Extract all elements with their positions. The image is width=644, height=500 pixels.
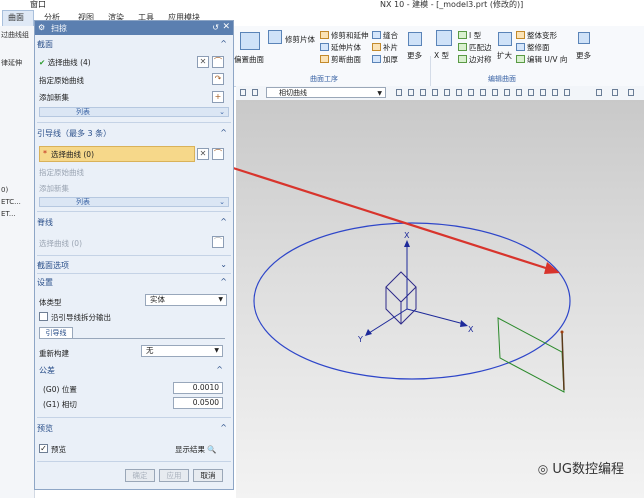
settings-title: 设置 [37,278,53,287]
collapse-icon: ^ [220,423,227,432]
origin-curve-icon[interactable]: ↷ [212,73,224,85]
body-type-label: 体类型 [39,298,62,307]
section-list-toggle[interactable]: 列表 ⌄ [39,107,229,117]
settings-group-header[interactable]: 设置 ^ [37,277,231,289]
guide-add-new-set-label: 添加新集 [39,184,69,193]
gear-icon[interactable]: ⚙ [38,23,45,32]
divider [37,255,231,256]
apply-button[interactable]: 应用 [159,469,189,482]
chevron-down-icon: ⌄ [219,198,225,206]
deselect-icon[interactable]: ✕ [197,56,209,68]
section-add-new-set-label: 添加新集 [39,93,69,102]
g1-tangent-input[interactable]: 0.0500 [173,397,223,409]
section-list-label: 列表 [76,108,90,116]
ok-button[interactable]: 确定 [125,469,155,482]
spine-select-curve-label: 选择曲线 (0) [39,239,83,248]
guide-select-curve-label: 选择曲线 (0) [51,150,95,159]
preview-group-header[interactable]: 预览 ^ [37,423,231,435]
spine-group-title: 脊线 [37,218,53,227]
check-icon: ✔ [39,58,46,67]
magnifier-icon: 🔍 [207,445,217,454]
chevron-down-icon: ▼ [218,296,223,303]
g0-position-input[interactable]: 0.0010 [173,382,223,394]
curve-pick-icon[interactable]: ⌒ [212,56,224,68]
collapse-icon: ^ [220,39,227,48]
dialog-header[interactable]: ⚙ 扫掠 ↺ ✕ [35,21,233,35]
rebuild-value: 无 [146,346,154,355]
body-type-select[interactable]: 实体 ▼ [145,294,227,306]
divider [37,417,231,418]
section-origin-curve-label: 指定原始曲线 [39,76,84,85]
section-options-title: 截面选项 [37,261,69,270]
show-result-label: 显示结果 [175,445,205,454]
section-group-header[interactable]: 截面 ^ [37,39,231,51]
g1-tangent-label: (G1) 相切 [43,400,77,409]
divider [39,338,225,339]
required-star-icon: * [43,149,47,158]
cancel-button[interactable]: 取消 [193,469,223,482]
chevron-down-icon: ⌄ [219,108,225,116]
guide-list-toggle[interactable]: 列表 ⌄ [39,197,229,207]
section-group-title: 截面 [37,40,53,49]
guide-group-title: 引导线（最多 3 条） [37,129,112,138]
divider [37,273,231,274]
dialog-title: 扫掠 [51,24,67,33]
collapse-icon: ^ [220,217,227,226]
collapse-icon: ^ [216,365,223,374]
split-output-checkbox[interactable] [39,312,48,321]
annotation-arrow-head [544,262,560,274]
wechat-icon: ◎ [537,462,549,476]
divider [37,461,231,462]
divider [37,122,231,123]
annotation-arrow-line [207,158,553,272]
section-select-curve-row[interactable]: ✔ 选择曲线 (4) [39,57,91,68]
rebuild-label: 重新构建 [39,349,69,358]
body-type-value: 实体 [150,295,165,304]
rebuild-select[interactable]: 无 ▼ [141,345,223,357]
preview-label: 预览 [51,445,66,454]
preview-title: 预览 [37,424,53,433]
curve-pick-icon[interactable]: ⌒ [212,148,224,160]
preview-checkbox[interactable]: ✓ [39,444,48,453]
expand-icon: ⌄ [220,260,227,269]
section-options-group-header[interactable]: 截面选项 ⌄ [37,260,231,272]
section-select-curve-label: 选择曲线 (4) [47,58,91,67]
close-icon[interactable]: ✕ [222,22,230,32]
reset-icon[interactable]: ↺ [212,23,219,32]
tolerance-title: 公差 [39,366,55,375]
watermark: ◎ UG数控编程 [538,458,624,477]
guide-list-label: 列表 [76,198,90,206]
guide-origin-curve-label: 指定原始曲线 [39,168,84,177]
split-output-label: 沿引导线拆分输出 [51,313,111,322]
divider [37,211,231,212]
tolerance-group-header[interactable]: 公差 ^ [39,365,227,377]
g0-position-label: (G0) 位置 [43,385,77,394]
add-set-icon[interactable]: + [212,91,224,103]
chevron-down-icon: ▼ [214,347,219,354]
sweep-dialog: ⚙ 扫掠 ↺ ✕ 截面 ^ ✔ 选择曲线 (4) ✕ ⌒ 指定原始曲线 ↷ 添加… [34,20,234,490]
show-result-button[interactable]: 显示结果 🔍 [175,444,217,455]
collapse-icon: ^ [220,277,227,286]
deselect-icon[interactable]: ✕ [197,148,209,160]
curve-pick-icon[interactable]: ⌒ [212,236,224,248]
watermark-text: UG数控编程 [552,462,624,477]
spine-group-header[interactable]: 脊线 ^ [37,217,231,229]
guide-select-curve-row[interactable]: * 选择曲线 (0) [39,146,195,162]
guide-group-header[interactable]: 引导线（最多 3 条） ^ [37,128,231,140]
collapse-icon: ^ [220,128,227,137]
